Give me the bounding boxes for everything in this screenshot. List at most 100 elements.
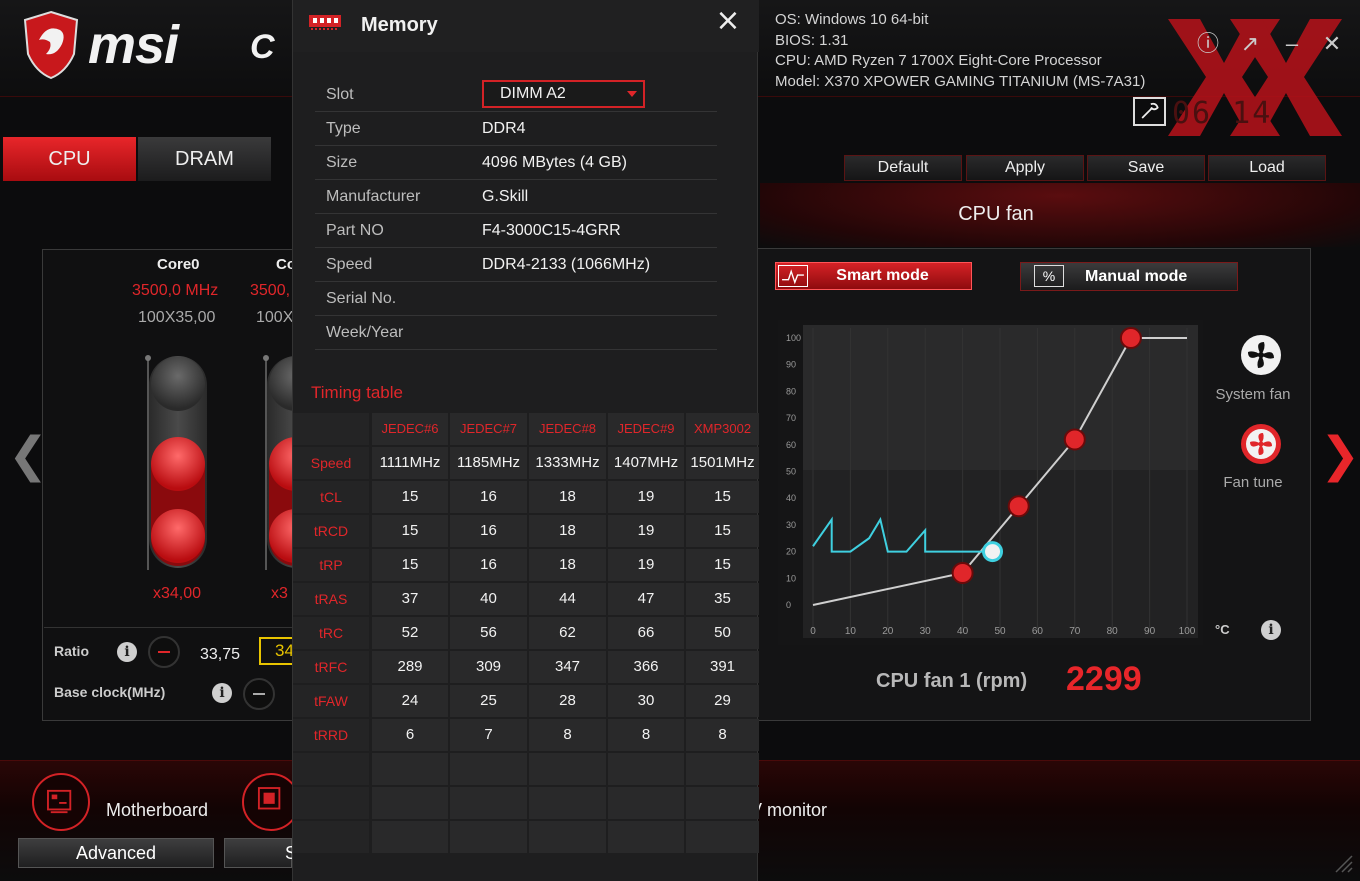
manufacturer-label: Manufacturer [326, 188, 421, 205]
timing-cell: 16 [450, 481, 527, 513]
base-clock-info-icon[interactable]: i [212, 683, 232, 703]
info-row-manufacturer: Manufacturer G.Skill [315, 180, 717, 214]
x-tick-label: 20 [882, 626, 894, 637]
x-tick-label: 30 [920, 626, 932, 637]
timing-cell [450, 787, 527, 819]
timing-cell: 19 [608, 481, 684, 513]
hardware-monitor-label[interactable]: V monitor [750, 800, 827, 821]
memory-dialog: Memory × Slot DIMM A2 Type DDR4 Size 409… [292, 0, 759, 881]
percent-icon: % [1034, 265, 1064, 287]
curve-control-point[interactable] [1007, 495, 1030, 518]
timing-cell: 1407MHz [608, 447, 684, 479]
timing-cell: 15 [686, 481, 759, 513]
info-row-type: Type DDR4 [315, 112, 717, 146]
chevron-down-icon[interactable] [627, 91, 637, 97]
slot-dropdown[interactable]: DIMM A2 [482, 80, 645, 108]
next-arrow-icon[interactable]: ❯ [1320, 432, 1360, 480]
timing-row-label: tCL [293, 481, 369, 513]
info-icon[interactable]: ⓘ [1194, 30, 1222, 58]
y-tick-label: 20 [786, 547, 796, 557]
wrench-icon[interactable] [1133, 97, 1166, 126]
tab-dram[interactable]: DRAM [138, 137, 271, 181]
timing-table-title: Timing table [311, 383, 403, 402]
timing-cell: 309 [450, 651, 527, 683]
timing-cell [608, 821, 684, 853]
timing-cell: 44 [529, 583, 606, 615]
size-value: 4096 MBytes (4 GB) [482, 154, 627, 171]
default-button[interactable]: Default [844, 155, 962, 181]
fan-curve-chart[interactable]: 0 10 20 30 40 50 60 70 80 90 100 0 10 20 30 40 50 60 70 80… [778, 320, 1203, 645]
expand-icon[interactable]: ↗ [1236, 30, 1264, 58]
timing-cell: 52 [372, 617, 448, 649]
x-tick-label: 10 [845, 626, 857, 637]
load-button[interactable]: Load [1208, 155, 1326, 181]
timing-cell: 15 [372, 481, 448, 513]
close-icon[interactable]: × [711, 4, 745, 38]
motherboard-label[interactable]: Motherboard [106, 800, 208, 821]
system-info: OS: Windows 10 64-bit BIOS: 1.31 CPU: AM… [775, 10, 1145, 92]
timing-row-label: Speed [293, 447, 369, 479]
fan-tune-label[interactable]: Fan tune [1208, 474, 1298, 491]
ratio-decrease-button[interactable] [148, 636, 180, 668]
timing-cell: 289 [372, 651, 448, 683]
timing-cell [686, 821, 759, 853]
timing-cell: 50 [686, 617, 759, 649]
app-name-text: C [250, 28, 275, 66]
week-year-label: Week/Year [326, 324, 404, 341]
timing-row-label: tRAS [293, 583, 369, 615]
part-no-label: Part NO [326, 222, 384, 239]
y-tick-label: 50 [786, 467, 796, 477]
info-row-part-no: Part NO F4-3000C15-4GRR [315, 214, 717, 248]
resize-grip-icon[interactable] [1330, 850, 1354, 874]
ratio-value: 33,75 [200, 646, 241, 663]
core1-frequency: 3500, [250, 282, 291, 299]
y-tick-label: 90 [786, 360, 796, 370]
speed-value: DDR4-2133 (1066MHz) [482, 256, 651, 273]
x-tick-label: 40 [957, 626, 969, 637]
info-row-serial: Serial No. [315, 282, 717, 316]
fan-tune-icon[interactable] [1240, 423, 1282, 465]
curve-control-point[interactable] [951, 561, 974, 584]
timing-cell: 37 [372, 583, 448, 615]
timing-cell: 15 [372, 549, 448, 581]
type-value: DDR4 [482, 120, 526, 137]
fan-info-icon[interactable]: i [1261, 620, 1281, 640]
timing-row-label: tFAW [293, 685, 369, 717]
x-tick-label: 50 [994, 626, 1006, 637]
timing-cell: 1185MHz [450, 447, 527, 479]
system-fan-label[interactable]: System fan [1208, 386, 1298, 403]
timing-cell: 16 [450, 515, 527, 547]
curve-control-point[interactable] [1119, 327, 1142, 349]
x-tick-label: 90 [1144, 626, 1156, 637]
minimize-icon[interactable]: – [1278, 30, 1306, 58]
close-app-icon[interactable]: ✕ [1318, 30, 1346, 58]
advanced-button[interactable]: Advanced [18, 838, 214, 868]
curve-control-point[interactable] [1063, 428, 1086, 451]
timing-cell: 15 [686, 515, 759, 547]
y-tick-label: 0 [786, 600, 791, 610]
slot-label: Slot [326, 86, 354, 103]
base-clock-decrease-button[interactable] [243, 678, 275, 710]
timing-cell [372, 787, 448, 819]
timing-cell: 66 [608, 617, 684, 649]
timing-cell: 366 [608, 651, 684, 683]
core0-ratio: x34,00 [153, 585, 202, 602]
motherboard-icon[interactable] [32, 773, 90, 831]
ratio-info-icon[interactable]: i [117, 642, 137, 662]
core0-slider[interactable] [145, 355, 207, 570]
timing-cell: 1111MHz [372, 447, 448, 479]
simple-button[interactable]: S [224, 838, 297, 868]
timing-cell: 25 [450, 685, 527, 717]
apply-button[interactable]: Apply [966, 155, 1084, 181]
core0-frequency: 3500,0 MHz [132, 282, 219, 299]
save-button[interactable]: Save [1087, 155, 1205, 181]
timing-row-label: tRP [293, 549, 369, 581]
timing-cell [450, 821, 527, 853]
timing-cell: 29 [686, 685, 759, 717]
y-tick-label: 40 [786, 493, 796, 503]
timing-cell [608, 787, 684, 819]
timing-cell: 8 [529, 719, 606, 751]
timing-cell: 19 [608, 515, 684, 547]
system-fan-icon[interactable] [1240, 334, 1282, 376]
tab-cpu[interactable]: CPU [3, 137, 136, 181]
